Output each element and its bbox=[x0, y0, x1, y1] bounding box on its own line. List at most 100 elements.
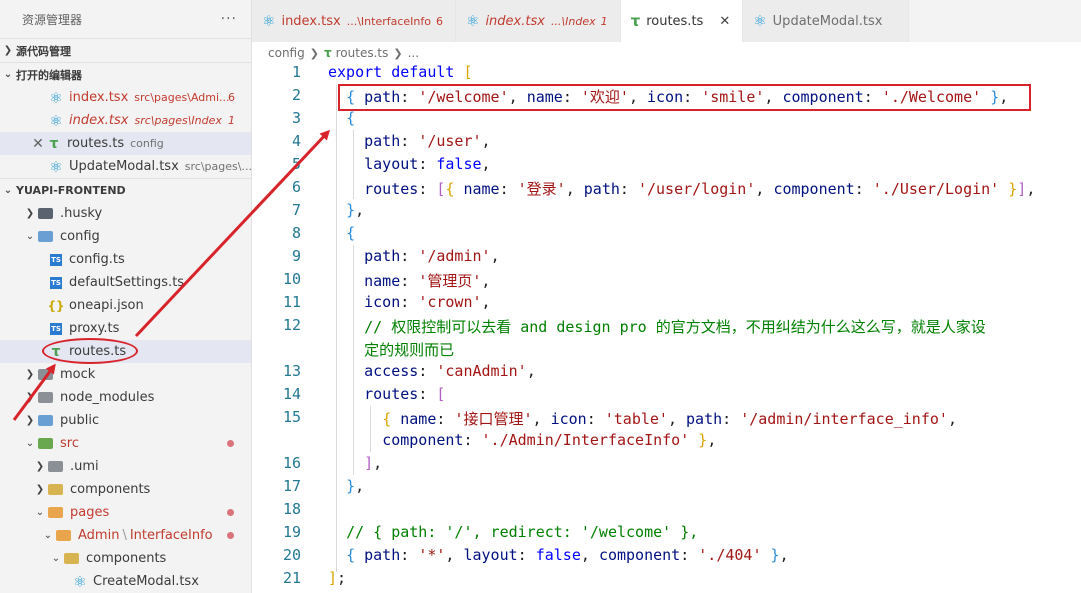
tab-description: ...\Index bbox=[550, 14, 596, 28]
folder-name: config bbox=[60, 229, 100, 244]
section-label: YUAPI-FRONTEND bbox=[16, 184, 126, 197]
tab-index-index[interactable]: ⚛ index.tsx ...\Index 1 bbox=[455, 0, 621, 42]
folder-icon bbox=[48, 507, 63, 518]
folder-icon bbox=[64, 553, 79, 564]
keyword: false bbox=[436, 155, 482, 173]
tree-folder[interactable]: ❯ public bbox=[0, 409, 251, 432]
tree-folder[interactable]: ⌄ config bbox=[0, 225, 251, 248]
line-number: 20 bbox=[282, 546, 301, 564]
tab-routes[interactable]: τ routes.ts ✕ bbox=[620, 0, 744, 42]
keyword: default bbox=[391, 63, 455, 81]
breadcrumb-symbols[interactable]: ... bbox=[408, 46, 419, 60]
folder-icon bbox=[38, 392, 53, 403]
section-open-editors[interactable]: ⌄ 打开的编辑器 bbox=[0, 62, 251, 86]
code-line: { bbox=[346, 109, 356, 127]
tree-folder[interactable]: ⌄ Admin \ InterfaceInfo bbox=[0, 524, 251, 547]
line-number: 10 bbox=[282, 270, 301, 288]
modified-dot bbox=[227, 532, 234, 539]
tab-updatemodal[interactable]: ⚛ UpdateModal.tsx bbox=[743, 0, 910, 42]
folder-name: components bbox=[86, 551, 167, 566]
tab-label: index.tsx bbox=[485, 13, 545, 29]
more-actions-icon[interactable]: ··· bbox=[221, 11, 237, 27]
folder-name: .umi bbox=[70, 459, 99, 474]
typescript-icon: TS bbox=[50, 276, 62, 289]
typescript-icon: TS bbox=[50, 322, 62, 335]
tree-folder[interactable]: ❯ .husky bbox=[0, 202, 251, 225]
string-literal: '登录' bbox=[517, 180, 566, 198]
code-line: name: '管理页', bbox=[364, 272, 491, 290]
folder-icon bbox=[38, 438, 53, 449]
tree-folder[interactable]: ⌄ pages bbox=[0, 501, 251, 524]
highlight-box bbox=[338, 84, 1031, 111]
open-editor-item-active[interactable]: ✕ τ routes.ts config bbox=[0, 132, 251, 155]
tree-folder[interactable]: ❯ .umi bbox=[0, 455, 251, 478]
tab-index-interfaceinfo[interactable]: ⚛ index.tsx ...\InterfaceInfo 6 bbox=[252, 0, 456, 42]
chevron-right-icon: ❯ bbox=[25, 208, 35, 219]
string-literal: './User/Login' bbox=[872, 180, 1000, 198]
react-icon: ⚛ bbox=[49, 111, 63, 130]
folder-name: Admin bbox=[78, 528, 120, 543]
tree-folder[interactable]: ⌄ src bbox=[0, 432, 251, 455]
code-line: }, bbox=[346, 477, 365, 495]
react-icon: ⚛ bbox=[73, 572, 87, 591]
string-literal: '/user' bbox=[418, 132, 482, 150]
problem-count-badge: 1 bbox=[600, 14, 608, 28]
tree-file[interactable]: ⚛ CreateModal.tsx bbox=[0, 570, 251, 593]
tree-file[interactable]: TS proxy.ts bbox=[0, 317, 251, 340]
typescript-icon: TS bbox=[50, 253, 62, 266]
chevron-down-icon: ⌄ bbox=[25, 438, 35, 449]
tree-file[interactable]: TS config.ts bbox=[0, 248, 251, 271]
code-line: ], bbox=[364, 454, 383, 472]
breadcrumb: config ❯ τ routes.ts ❯ ... bbox=[268, 44, 419, 62]
tree-folder[interactable]: ❯ mock bbox=[0, 363, 251, 386]
code-line: { name: '接口管理', icon: 'table', path: '/a… bbox=[382, 410, 957, 428]
comment: // { path: '/', redirect: '/welcome' }, bbox=[346, 523, 699, 541]
close-icon[interactable]: ✕ bbox=[30, 136, 46, 152]
open-editor-item[interactable]: ⚛ UpdateModal.tsx src\pages\... bbox=[0, 155, 251, 178]
react-icon: ⚛ bbox=[49, 157, 63, 176]
tree-file[interactable]: TS defaultSettings.ts bbox=[0, 271, 251, 294]
file-path: src\pages\Index bbox=[134, 114, 222, 127]
comment: // 权限控制可以去看 and design pro 的官方文档，不用纠结为什么… bbox=[364, 318, 986, 336]
tree-folder[interactable]: ❯ node_modules bbox=[0, 386, 251, 409]
problem-count-badge: 6 bbox=[435, 14, 443, 28]
react-icon: ⚛ bbox=[262, 12, 276, 30]
tree-folder[interactable]: ❯ components bbox=[0, 478, 251, 501]
folder-icon bbox=[48, 461, 63, 472]
string-literal: '/admin' bbox=[418, 247, 491, 265]
modified-dot bbox=[227, 440, 234, 447]
breadcrumb-file[interactable]: routes.ts bbox=[336, 46, 389, 60]
code-line: { path: '*', layout: false, component: '… bbox=[346, 546, 789, 564]
open-editor-item[interactable]: ⚛ index.tsx src\pages\Index 1 bbox=[0, 109, 251, 132]
folder-name: src bbox=[60, 436, 79, 451]
breadcrumb-folder[interactable]: config bbox=[268, 46, 305, 60]
json-icon: {} bbox=[47, 298, 65, 313]
chevron-right-icon: ❯ bbox=[3, 45, 13, 56]
line-number: 1 bbox=[291, 63, 301, 81]
code-line: icon: 'crown', bbox=[364, 293, 491, 311]
chevron-right-icon: ❯ bbox=[25, 415, 35, 426]
keyword: false bbox=[535, 546, 581, 564]
string-literal: '/admin/interface_info' bbox=[740, 410, 948, 428]
chevron-down-icon: ⌄ bbox=[43, 530, 53, 541]
tree-file[interactable]: {} oneapi.json bbox=[0, 294, 251, 317]
file-name: defaultSettings.ts bbox=[69, 275, 185, 290]
code-line: routes: [ bbox=[364, 385, 446, 403]
section-project[interactable]: ⌄ YUAPI-FRONTEND bbox=[0, 178, 251, 202]
line-number: 11 bbox=[282, 293, 301, 311]
close-icon[interactable]: ✕ bbox=[719, 14, 730, 29]
tree-folder[interactable]: ⌄ components bbox=[0, 547, 251, 570]
string-literal: 'canAdmin' bbox=[436, 362, 527, 380]
open-editor-item[interactable]: ⚛ index.tsx src\pages\Admi... 6 bbox=[0, 86, 251, 109]
string-literal: './Admin/InterfaceInfo' bbox=[481, 431, 690, 449]
code-line: // 权限控制可以去看 and design pro 的官方文档，不用纠结为什么… bbox=[328, 316, 986, 337]
line-number: 3 bbox=[291, 109, 301, 127]
config-file-icon: τ bbox=[49, 135, 59, 152]
chevron-right-icon: ❯ bbox=[35, 461, 45, 472]
section-source-control[interactable]: ❯ 源代码管理 bbox=[0, 38, 251, 62]
code-line: layout: false, bbox=[364, 155, 491, 173]
react-icon: ⚛ bbox=[465, 12, 480, 30]
explorer-sidebar: 资源管理器 ··· ❯ 源代码管理 ⌄ 打开的编辑器 ⚛ index.tsx s… bbox=[0, 0, 252, 593]
line-number: 18 bbox=[282, 500, 301, 518]
line-number: 6 bbox=[291, 178, 301, 196]
